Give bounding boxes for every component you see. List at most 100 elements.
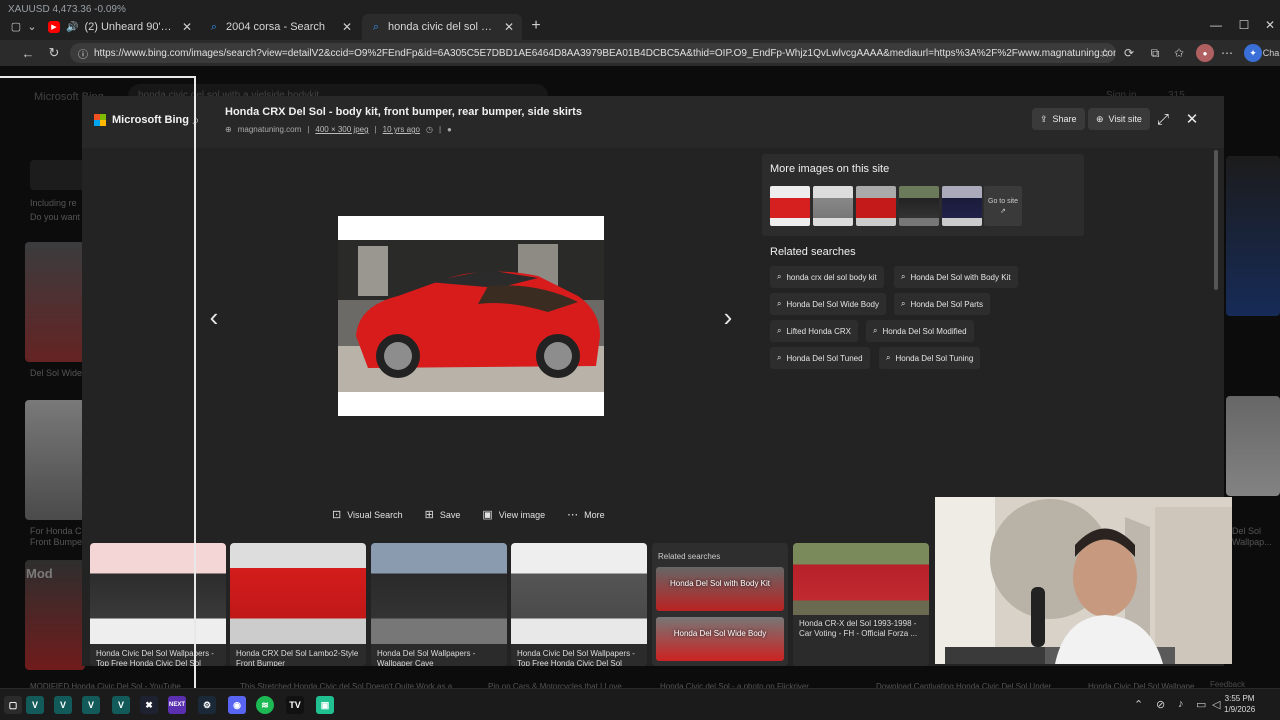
tab-civic-search[interactable]: ⌕ honda civic del sol with a vielside ✕ — [362, 14, 522, 40]
audio-icon[interactable]: 🔊 — [66, 22, 78, 33]
save-button[interactable]: ⊞ Save — [425, 508, 461, 521]
microphone-icon[interactable]: ♪ — [1178, 698, 1184, 710]
spotify-icon[interactable]: ≋ — [256, 696, 274, 714]
related-search-pill[interactable]: ⌕ Honda Del Sol Modified — [866, 320, 974, 342]
minimize-icon[interactable]: — — [1204, 15, 1228, 35]
related-card-item[interactable]: Honda Del Sol Wide Body — [656, 617, 784, 661]
filmstrip-card[interactable]: Honda Civic Del Sol Wallpapers - Top Fre… — [511, 543, 647, 666]
visual-search-button[interactable]: ⊡ Visual Search — [332, 508, 403, 521]
star-icon[interactable]: ☆ — [1096, 44, 1114, 62]
url-field[interactable]: ⓘ https://www.bing.com/images/search?vie… — [70, 43, 1116, 63]
modal-scrollbar[interactable] — [1214, 150, 1218, 290]
source-domain[interactable]: magnatuning.com — [238, 125, 302, 134]
history-icon: ◷ — [425, 125, 433, 134]
main-car-image[interactable] — [338, 216, 604, 416]
related-search-pill[interactable]: ⌕ Honda Del Sol Tuning — [879, 347, 981, 369]
share-button[interactable]: ⇪ Share — [1032, 108, 1085, 130]
taskbar-app-icon[interactable]: V — [82, 696, 100, 714]
view-image-button[interactable]: ▣ View image — [482, 508, 545, 521]
copilot-icon[interactable]: ✦ — [1244, 44, 1262, 62]
site-thumbnail[interactable] — [770, 186, 810, 226]
volume-icon[interactable]: ◁ — [1212, 698, 1220, 711]
search-icon: ⌕ — [901, 299, 906, 308]
new-tab-button[interactable]: + — [526, 16, 546, 36]
favorites-icon[interactable]: ✩ — [1170, 44, 1188, 62]
image-title[interactable]: Honda CRX Del Sol - body kit, front bump… — [225, 106, 582, 118]
tab-list-chevron-icon[interactable]: ⌄ — [22, 17, 42, 35]
green-app-icon[interactable]: ▣ — [316, 696, 334, 714]
taskbar-app-icon[interactable]: V — [54, 696, 72, 714]
back-arrow-icon[interactable]: ← — [18, 44, 38, 62]
steam-icon[interactable]: ⚙ — [198, 696, 216, 714]
expand-icon[interactable]: ⤢ — [1153, 109, 1173, 129]
chat-label[interactable]: Cha — [1262, 44, 1280, 62]
bing-brand[interactable]: Microsoft Bing — [94, 114, 189, 126]
network-icon[interactable]: ▭ — [1196, 698, 1206, 711]
related-search-pill[interactable]: ⌕ Lifted Honda CRX — [770, 320, 858, 342]
close-tab-icon[interactable]: ✕ — [182, 20, 192, 34]
filmstrip-card[interactable]: Honda CR-X del Sol 1993-1998 - Car Votin… — [793, 543, 929, 666]
tab-title: (2) Unheard 90's Hip Hop Mix — [84, 21, 175, 33]
site-thumbnail[interactable] — [942, 186, 982, 226]
related-search-pill[interactable]: ⌕ Honda Del Sol with Body Kit — [894, 266, 1018, 288]
close-tab-icon[interactable]: ✕ — [342, 20, 352, 34]
next-image-chevron-icon[interactable]: › — [716, 299, 740, 335]
discord-icon[interactable]: ◉ — [228, 696, 246, 714]
image-age[interactable]: 10 yrs ago — [383, 125, 420, 134]
taskbar-app-icon[interactable]: V — [112, 696, 130, 714]
card-image — [511, 543, 647, 644]
filmstrip-card[interactable]: Honda Civic Del Sol Wallpapers - Top Fre… — [90, 543, 226, 666]
tab-strip: XAUUSD 4,473.36 -0.09% ▢ ⌄ ▶ 🔊 (2) Unhea… — [0, 0, 1280, 40]
extensions-icon[interactable]: ⧉ — [1146, 44, 1164, 62]
capcut-icon[interactable]: ✖ — [140, 696, 158, 714]
filmstrip-card[interactable]: Honda Del Sol Wallpapers - Wallpaper Cav… — [371, 543, 507, 666]
go-to-site-button[interactable]: Go to site ⇗ — [984, 186, 1022, 226]
tradingview-icon[interactable]: TV — [286, 696, 304, 714]
start-button[interactable]: ▢ — [4, 696, 22, 714]
card-image — [230, 543, 366, 644]
close-icon[interactable]: ✕ — [1182, 109, 1202, 129]
more-images-box: More images on this site Go to site ⇗ — [762, 154, 1084, 236]
next-app-icon[interactable]: NEXT — [168, 696, 186, 714]
search-icon: ⌕ — [777, 326, 782, 335]
more-options-icon[interactable]: ⋯ — [1218, 44, 1236, 62]
related-search-pill[interactable]: ⌕ Honda Del Sol Tuned — [770, 347, 870, 369]
search-icon[interactable]: ⌕ — [188, 112, 204, 128]
related-card-text: Honda Del Sol with Body Kit — [669, 579, 771, 588]
site-info-icon[interactable]: ⓘ — [78, 46, 88, 61]
site-thumbnail[interactable] — [856, 186, 896, 226]
meta-separator: | — [438, 125, 442, 134]
tab-youtube[interactable]: ▶ 🔊 (2) Unheard 90's Hip Hop Mix ✕ — [40, 14, 200, 40]
site-thumbnail[interactable] — [899, 186, 939, 226]
related-card-item[interactable]: Honda Del Sol with Body Kit — [656, 567, 784, 611]
previous-image-chevron-icon[interactable]: ‹ — [202, 299, 226, 335]
info-icon[interactable]: ● — [447, 125, 452, 134]
filmstrip-card[interactable]: Honda CRX Del Sol Lambo2-Style Front Bum… — [230, 543, 366, 666]
tray-chevron-icon[interactable]: ⌃ — [1134, 698, 1143, 711]
close-window-icon[interactable]: ✕ — [1258, 15, 1280, 35]
related-searches-card: Related searches Honda Del Sol with Body… — [652, 543, 788, 666]
share-label: Share — [1052, 114, 1077, 124]
tab-corsa-search[interactable]: ⌕ 2004 corsa - Search ✕ — [200, 14, 360, 40]
system-clock[interactable]: 3:55 PM 1/9/2026 — [1224, 693, 1255, 715]
related-search-pill[interactable]: ⌕ Honda Del Sol Parts — [894, 293, 990, 315]
maximize-icon[interactable]: ☐ — [1232, 15, 1256, 35]
more-button[interactable]: ⋯ More — [567, 508, 605, 521]
visit-site-button[interactable]: ⊕ Visit site — [1088, 108, 1150, 130]
pill-label: Honda Del Sol Modified — [882, 326, 967, 336]
clock-date: 1/9/2026 — [1224, 705, 1256, 714]
close-tab-icon[interactable]: ✕ — [504, 20, 514, 34]
reload-icon[interactable]: ↻ — [44, 44, 64, 62]
refresh-icon[interactable]: ⟳ — [1120, 44, 1138, 62]
profile-avatar[interactable]: ● — [1196, 44, 1214, 62]
taskbar-app-icon[interactable]: V — [26, 696, 44, 714]
search-icon: ⌕ — [901, 272, 906, 281]
related-search-pill[interactable]: ⌕ Honda Del Sol Wide Body — [770, 293, 886, 315]
address-bar-row: ← ↻ ⓘ https://www.bing.com/images/search… — [0, 40, 1280, 66]
related-searches-heading: Related searches — [770, 246, 856, 258]
site-thumbnail[interactable] — [813, 186, 853, 226]
globe-icon: ⊕ — [225, 125, 232, 134]
mute-icon[interactable]: ⊘ — [1156, 698, 1165, 711]
image-size[interactable]: 400 × 300 jpeg — [315, 125, 368, 134]
related-search-pill[interactable]: ⌕ honda crx del sol body kit — [770, 266, 884, 288]
